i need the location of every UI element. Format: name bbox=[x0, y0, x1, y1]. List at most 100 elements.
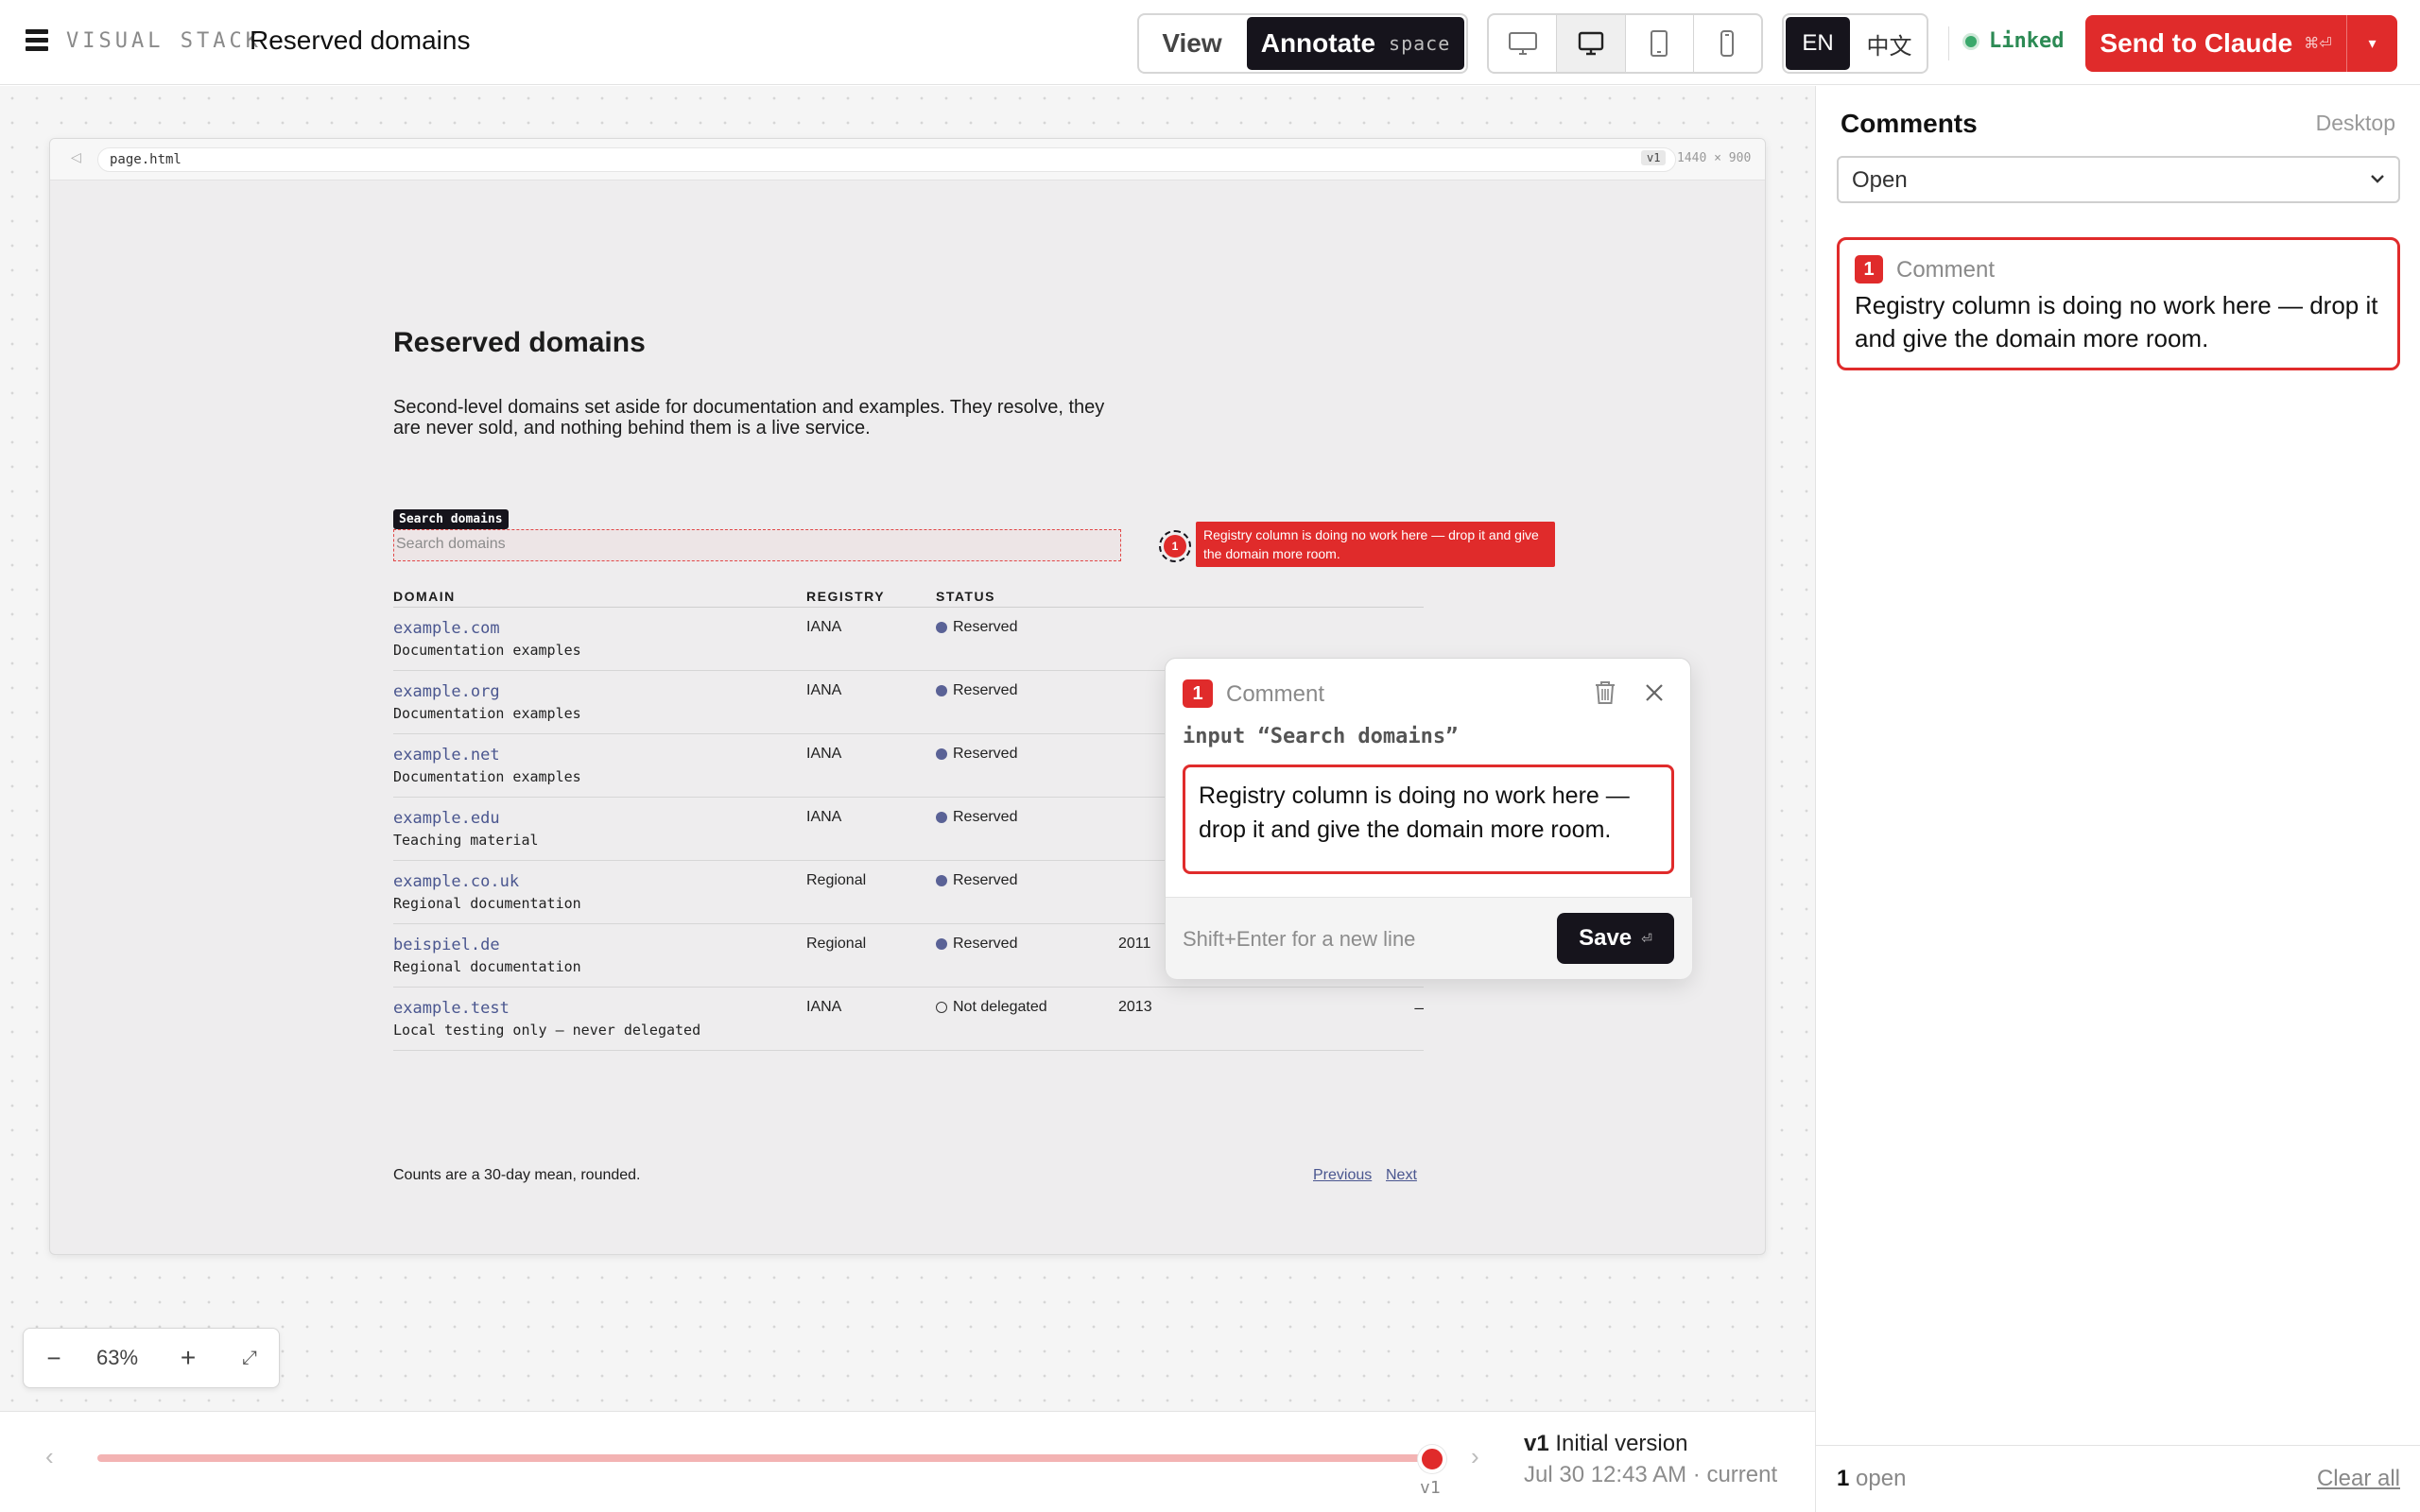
frame-back-icon[interactable]: ◁ bbox=[71, 149, 81, 165]
linked-status: Linked bbox=[1962, 29, 2064, 53]
column-header-registry: REGISTRY bbox=[806, 589, 886, 604]
status-dot-icon bbox=[936, 685, 947, 696]
timeline-prev-icon[interactable]: ‹ bbox=[45, 1442, 54, 1471]
registry-cell: IANA bbox=[806, 619, 842, 635]
comment-card[interactable]: 1 Comment Registry column is doing no wo… bbox=[1837, 237, 2400, 370]
comment-card-text: Registry column is doing no work here — … bbox=[1855, 291, 2378, 352]
device-phone-button[interactable] bbox=[1694, 15, 1761, 72]
domain-link[interactable]: example.co.uk bbox=[393, 872, 519, 891]
open-count-label: open bbox=[1856, 1466, 1907, 1491]
status-label: Reserved bbox=[953, 746, 1018, 762]
version-meta: Jul 30 12:43 AM · current bbox=[1524, 1462, 1778, 1487]
status-cell: Reserved bbox=[936, 936, 1017, 953]
annotation-pin[interactable]: 1 bbox=[1159, 530, 1191, 562]
fit-screen-icon[interactable]: ⤢ bbox=[226, 1348, 273, 1369]
comment-filter-select[interactable]: Open bbox=[1837, 156, 2400, 203]
year-cell: 2011 bbox=[1118, 936, 1151, 952]
status-cell: Reserved bbox=[936, 746, 1017, 763]
status-label: Reserved bbox=[953, 619, 1018, 635]
status-label: Not delegated bbox=[953, 999, 1047, 1015]
domain-link[interactable]: example.edu bbox=[393, 809, 500, 828]
desktop-icon bbox=[1578, 31, 1604, 56]
chevron-down-icon bbox=[2371, 175, 2384, 183]
status-dot-icon bbox=[936, 748, 947, 760]
version-timeline: ‹ v1 › v1 Initial version Jul 30 12:43 A… bbox=[0, 1411, 1815, 1512]
status-dot-icon bbox=[936, 938, 947, 950]
send-dropdown-icon[interactable]: ▾ bbox=[2346, 15, 2397, 72]
comment-textarea[interactable]: Registry column is doing no work here — … bbox=[1183, 765, 1674, 874]
lang-zh-button[interactable]: 中文 bbox=[1852, 15, 1927, 72]
domain-link[interactable]: example.net bbox=[393, 746, 500, 765]
pagination-next[interactable]: Next bbox=[1386, 1167, 1417, 1184]
comment-number-badge: 1 bbox=[1183, 679, 1213, 708]
domain-link[interactable]: example.test bbox=[393, 999, 510, 1018]
status-label: Reserved bbox=[953, 682, 1018, 698]
filter-value: Open bbox=[1852, 167, 1908, 193]
column-header-domain: DOMAIN bbox=[393, 589, 456, 604]
page-description: Second-level domains set aside for docum… bbox=[393, 397, 1105, 438]
table-header: DOMAIN REGISTRY STATUS bbox=[393, 583, 1424, 608]
annotation-note: Registry column is doing no work here — … bbox=[1196, 522, 1555, 567]
canvas[interactable]: ◁ page.html v1 1440 × 900 Reserved domai… bbox=[0, 86, 1815, 1411]
annotate-mode-button[interactable]: Annotate space bbox=[1247, 17, 1464, 70]
count-cell: — bbox=[1414, 999, 1424, 1017]
search-element-tag: Search domains bbox=[393, 509, 509, 529]
zoom-control: − 63% + ⤢ bbox=[23, 1328, 280, 1388]
toolbar-divider bbox=[1948, 26, 1949, 60]
search-input[interactable]: Search domains bbox=[393, 529, 1121, 561]
send-main-action[interactable]: Send to Claude ⌘⏎ bbox=[2085, 15, 2346, 72]
linked-label: Linked bbox=[1989, 29, 2065, 53]
send-label: Send to Claude bbox=[2100, 28, 2293, 58]
version-name: Initial version bbox=[1555, 1431, 1688, 1456]
zoom-in-button[interactable]: + bbox=[150, 1343, 226, 1373]
device-desktop-button[interactable] bbox=[1557, 15, 1626, 72]
clear-all-button[interactable]: Clear all bbox=[2317, 1466, 2400, 1492]
comment-card-type: Comment bbox=[1896, 257, 1996, 283]
domain-description: Teaching material bbox=[393, 832, 539, 849]
comment-popover-footer: Shift+Enter for a new line Save ⏎ bbox=[1166, 897, 1692, 979]
timeline-knob-label: v1 bbox=[1420, 1478, 1441, 1498]
column-header-status: STATUS bbox=[936, 589, 995, 604]
timeline-next-icon[interactable]: › bbox=[1471, 1442, 1479, 1471]
top-bar: VISUAL STACK Reserved domains View Annot… bbox=[0, 0, 2420, 85]
view-mode-button[interactable]: View bbox=[1139, 15, 1245, 72]
open-count: 1 open bbox=[1837, 1466, 1906, 1492]
comment-card-number: 1 bbox=[1855, 255, 1883, 284]
domain-description: Local testing only — never delegated bbox=[393, 1022, 701, 1039]
annotation-pin-number: 1 bbox=[1164, 535, 1186, 558]
zoom-out-button[interactable]: − bbox=[24, 1344, 84, 1373]
status-dot-icon bbox=[936, 1002, 947, 1013]
tablet-icon bbox=[1651, 30, 1668, 57]
registry-cell: Regional bbox=[806, 936, 867, 952]
phone-icon bbox=[1720, 30, 1735, 57]
trash-icon[interactable] bbox=[1593, 679, 1617, 711]
registry-cell: IANA bbox=[806, 809, 842, 825]
domain-link[interactable]: example.com bbox=[393, 619, 500, 638]
close-icon[interactable] bbox=[1643, 681, 1666, 709]
timeline-knob[interactable] bbox=[1418, 1445, 1446, 1473]
registry-cell: IANA bbox=[806, 682, 842, 698]
domain-link[interactable]: beispiel.de bbox=[393, 936, 500, 954]
frame-version-badge: v1 bbox=[1641, 150, 1667, 165]
pagination-previous[interactable]: Previous bbox=[1313, 1167, 1372, 1184]
brand-label: VISUAL STACK bbox=[66, 29, 262, 53]
status-label: Reserved bbox=[953, 872, 1018, 888]
device-tablet-button[interactable] bbox=[1626, 15, 1694, 72]
status-dot-icon bbox=[936, 875, 947, 886]
send-to-claude-button[interactable]: Send to Claude ⌘⏎ ▾ bbox=[2085, 15, 2397, 72]
device-desktop-wide-button[interactable] bbox=[1489, 15, 1558, 72]
domain-link[interactable]: example.org bbox=[393, 682, 500, 701]
timeline-track[interactable] bbox=[97, 1454, 1433, 1462]
save-comment-button[interactable]: Save ⏎ bbox=[1557, 913, 1674, 964]
save-label: Save bbox=[1579, 925, 1633, 951]
menu-icon[interactable] bbox=[26, 29, 48, 54]
domain-description: Documentation examples bbox=[393, 705, 581, 722]
lang-en-button[interactable]: EN bbox=[1786, 17, 1850, 70]
status-cell: Reserved bbox=[936, 872, 1017, 889]
frame-bar: ◁ page.html v1 1440 × 900 bbox=[50, 139, 1765, 180]
table-row[interactable]: example.test Local testing only — never d… bbox=[393, 988, 1424, 1051]
status-cell: Not delegated bbox=[936, 999, 1047, 1016]
send-shortcut: ⌘⏎ bbox=[2304, 36, 2332, 52]
comment-popover: 1 Comment input “Search domains” Registr… bbox=[1165, 658, 1692, 979]
version-title: v1 Initial version bbox=[1524, 1431, 1687, 1457]
